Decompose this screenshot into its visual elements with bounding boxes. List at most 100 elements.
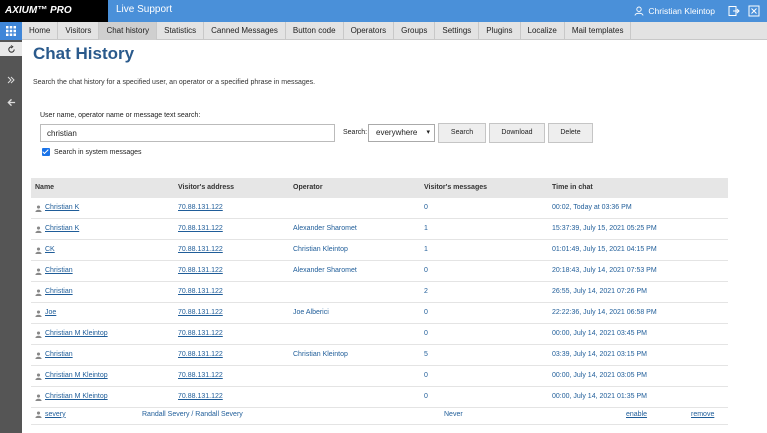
current-user[interactable]: Christian Kleintop	[634, 0, 715, 22]
cell-address: 70.88.131.122	[178, 282, 293, 302]
tab-visitors[interactable]: Visitors	[58, 22, 100, 40]
expand-sidebar-button[interactable]	[0, 73, 22, 87]
tab-statistics[interactable]: Statistics	[157, 22, 205, 40]
person-icon	[35, 204, 42, 212]
cell-address: 70.88.131.122	[178, 366, 293, 386]
header-operator[interactable]: Operator	[293, 178, 424, 198]
cell-messages: 0	[424, 372, 428, 379]
search-scope-value: everywhere	[376, 128, 418, 137]
operator-login-link[interactable]: severy	[45, 405, 66, 425]
visitor-address-link[interactable]: 70.88.131.122	[178, 246, 223, 253]
tab-groups[interactable]: Groups	[394, 22, 436, 40]
refresh-button[interactable]	[0, 42, 22, 56]
table-row: Christian M Kleintop 70.88.131.122 0 00:00,…	[31, 366, 728, 387]
system-messages-label: Search in system messages	[54, 148, 142, 156]
visitor-address-link[interactable]: 70.88.131.122	[178, 288, 223, 295]
cell-name: Christian	[31, 282, 178, 302]
cell-address: 70.88.131.122	[178, 345, 293, 365]
cell-operator	[293, 282, 424, 302]
cell-address: 70.88.131.122	[178, 198, 293, 218]
header-address[interactable]: Visitor's address	[178, 178, 293, 198]
search-button[interactable]: Search	[438, 123, 486, 143]
apps-grid-button[interactable]	[0, 22, 22, 40]
tab-button-code[interactable]: Button code	[286, 22, 344, 40]
cell-address: 70.88.131.122	[178, 219, 293, 239]
person-icon	[35, 351, 42, 359]
table-row: Christian 70.88.131.122 2 26:55, July 14, 2…	[31, 282, 728, 303]
person-icon	[35, 393, 42, 401]
cell-time: 00:02, Today at 03:36 PM	[552, 204, 632, 211]
main-nav: Home Visitors Chat history Statistics Ca…	[22, 22, 767, 40]
remove-link[interactable]: remove	[691, 405, 728, 424]
visitor-address-link[interactable]: 70.88.131.122	[178, 267, 223, 274]
table-row: Christian 70.88.131.122 Alexander Sharomet…	[31, 261, 728, 282]
tab-operators[interactable]: Operators	[344, 22, 395, 40]
cell-messages: 5	[424, 351, 428, 358]
visitor-name-link[interactable]: Christian M Kleintop	[45, 324, 108, 344]
visitor-address-link[interactable]: 70.88.131.122	[178, 393, 223, 400]
person-icon	[35, 372, 42, 380]
system-messages-checkbox[interactable]	[42, 148, 50, 156]
visitor-address-link[interactable]: 70.88.131.122	[178, 372, 223, 379]
refresh-icon	[7, 44, 15, 53]
header-messages[interactable]: Visitor's messages	[424, 178, 552, 198]
cell-time: 01:01:49, July 15, 2021 04:15 PM	[552, 246, 657, 253]
app-logo[interactable]: AXIUM™ PRO	[0, 0, 108, 22]
cell-name: Christian M Kleintop	[31, 366, 178, 386]
cell-address: 70.88.131.122	[178, 240, 293, 260]
header-time[interactable]: Time in chat	[552, 178, 728, 198]
visitor-address-link[interactable]: 70.88.131.122	[178, 351, 223, 358]
tab-localize[interactable]: Localize	[521, 22, 565, 40]
tab-plugins[interactable]: Plugins	[479, 22, 521, 40]
cell-messages: 0	[424, 393, 428, 400]
visitor-name-link[interactable]: Christian	[45, 345, 73, 365]
cell-messages: 1	[424, 246, 428, 253]
arrow-left-icon	[6, 98, 15, 106]
visitor-name-link[interactable]: Christian M Kleintop	[45, 366, 108, 386]
user-name: Christian Kleintop	[648, 6, 715, 16]
search-input[interactable]	[40, 124, 335, 142]
search-scope-select[interactable]: everywhere ▾	[368, 124, 435, 142]
cell-operator	[293, 387, 424, 407]
header-name[interactable]: Name	[31, 178, 178, 198]
cell-operator: Christian Kleintop	[293, 246, 348, 253]
close-window-icon[interactable]	[748, 5, 760, 17]
visitor-name-link[interactable]: Christian	[45, 282, 73, 302]
visitor-address-link[interactable]: 70.88.131.122	[178, 330, 223, 337]
table-row: Joe 70.88.131.122 Joe Alberici 0 22:22:36, J…	[31, 303, 728, 324]
delete-button[interactable]: Delete	[548, 123, 593, 143]
tab-canned-messages[interactable]: Canned Messages	[204, 22, 286, 40]
logout-icon[interactable]	[728, 5, 740, 17]
enable-link[interactable]: enable	[626, 405, 691, 424]
cell-time: 00:00, July 14, 2021 03:05 PM	[552, 372, 647, 379]
visitor-name-link[interactable]: Joe	[45, 303, 56, 323]
tab-chat-history[interactable]: Chat history	[99, 22, 158, 40]
visitor-address-link[interactable]: 70.88.131.122	[178, 309, 223, 316]
tab-home[interactable]: Home	[22, 22, 59, 40]
grid-icon	[6, 26, 16, 36]
cell-name: Christian K	[31, 198, 178, 218]
visitor-name-link[interactable]: Christian K	[45, 219, 79, 239]
cell-operator: Alexander Sharomet	[293, 267, 357, 274]
visitor-address-link[interactable]: 70.88.131.122	[178, 204, 223, 211]
tab-mail-templates[interactable]: Mail templates	[565, 22, 632, 40]
cell-name: Joe	[31, 303, 178, 323]
cell-address: 70.88.131.122	[178, 303, 293, 323]
system-messages-option[interactable]: Search in system messages	[42, 148, 142, 156]
visitor-name-link[interactable]: CK	[45, 240, 55, 260]
table-row: CK 70.88.131.122 Christian Kleintop 1 01:01:…	[31, 240, 728, 261]
chevron-down-icon: ▾	[426, 129, 430, 136]
cell-name: CK	[31, 240, 178, 260]
cell-time: 00:00, July 14, 2021 01:35 PM	[552, 393, 647, 400]
back-button[interactable]	[0, 95, 22, 109]
person-icon	[35, 288, 42, 296]
download-button[interactable]: Download	[489, 123, 545, 143]
cell-messages: 0	[424, 330, 428, 337]
tab-settings[interactable]: Settings	[435, 22, 480, 40]
person-icon	[35, 225, 42, 233]
visitor-name-link[interactable]: Christian K	[45, 198, 79, 218]
visitor-address-link[interactable]: 70.88.131.122	[178, 225, 223, 232]
person-icon	[35, 330, 42, 338]
visitor-name-link[interactable]: Christian	[45, 261, 73, 281]
cell-messages: 2	[424, 288, 428, 295]
